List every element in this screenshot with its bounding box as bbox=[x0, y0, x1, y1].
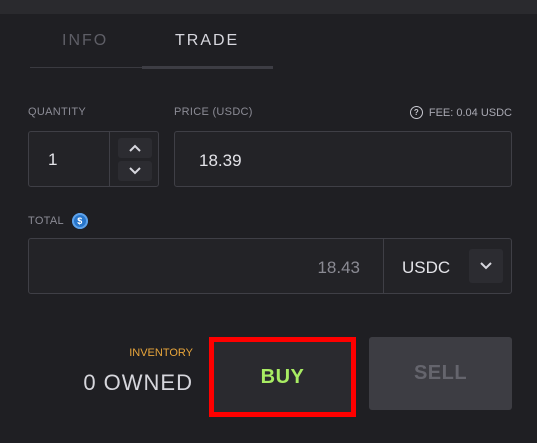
price-field[interactable]: 18.39 bbox=[174, 131, 512, 187]
currency-value: USDC bbox=[402, 258, 451, 277]
total-value: 18.43 bbox=[317, 258, 360, 277]
chevron-down-icon bbox=[480, 262, 492, 270]
help-icon[interactable]: ? bbox=[409, 106, 423, 119]
owned-count: 0 OWNED bbox=[83, 370, 193, 395]
decrement-button[interactable] bbox=[118, 161, 152, 181]
usdc-icon: $ bbox=[71, 213, 88, 229]
tab-bar: INFO TRADE bbox=[30, 24, 273, 69]
total-label-row: TOTAL $ bbox=[28, 213, 88, 229]
currency-select[interactable]: USDC bbox=[383, 239, 512, 293]
top-strip bbox=[0, 0, 537, 14]
sell-button[interactable]: SELL bbox=[369, 337, 512, 410]
inventory-label: INVENTORY bbox=[129, 347, 193, 359]
price-value[interactable]: 18.39 bbox=[199, 151, 242, 171]
quantity-label: QUANTITY bbox=[28, 106, 87, 118]
price-label: PRICE (USDC) bbox=[174, 106, 253, 118]
quantity-value[interactable]: 1 bbox=[48, 150, 57, 170]
trade-panel-page: INFO TRADE QUANTITY PRICE (USDC) ? FEE: … bbox=[0, 0, 537, 443]
currency-dropdown-button[interactable] bbox=[469, 249, 503, 283]
chevron-up-icon bbox=[129, 144, 141, 152]
quantity-stepper bbox=[109, 132, 160, 186]
fee-text: FEE: 0.04 USDC bbox=[428, 106, 512, 119]
total-field: 18.43 USDC bbox=[28, 238, 512, 294]
increment-button[interactable] bbox=[118, 138, 152, 158]
tab-trade[interactable]: TRADE bbox=[175, 32, 239, 50]
chevron-down-icon bbox=[129, 167, 141, 175]
buy-button[interactable]: BUY bbox=[209, 337, 356, 417]
fee-info: ? FEE: 0.04 USDC bbox=[409, 106, 512, 119]
active-tab-indicator bbox=[142, 66, 273, 69]
tab-info[interactable]: INFO bbox=[62, 32, 108, 50]
quantity-field[interactable]: 1 bbox=[28, 131, 159, 187]
total-label: TOTAL bbox=[28, 215, 64, 227]
